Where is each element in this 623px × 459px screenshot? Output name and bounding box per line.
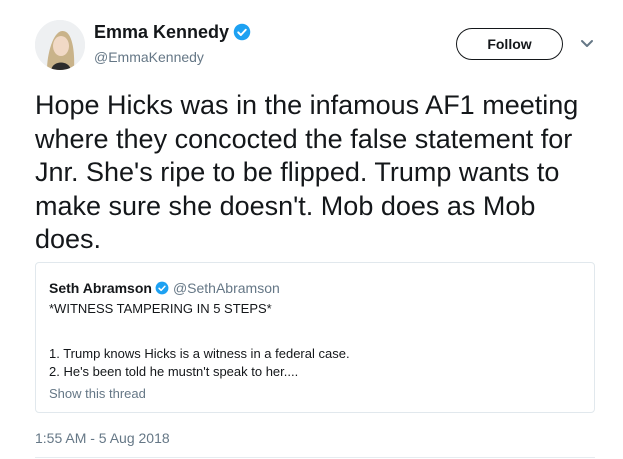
quoted-text-line: *WITNESS TAMPERING IN 5 STEPS* bbox=[49, 301, 272, 316]
quoted-author-name: Seth Abramson bbox=[49, 280, 152, 296]
author-name[interactable]: Emma Kennedy bbox=[94, 22, 251, 43]
verified-badge-icon bbox=[155, 281, 169, 295]
follow-button[interactable]: Follow bbox=[456, 28, 563, 60]
tweet-timestamp[interactable]: 1:55 AM - 5 Aug 2018 bbox=[35, 430, 170, 446]
show-thread-link[interactable]: Show this thread bbox=[49, 386, 146, 401]
quoted-author-handle: @SethAbramson bbox=[172, 280, 280, 296]
avatar[interactable] bbox=[35, 20, 85, 70]
author-handle[interactable]: @EmmaKennedy bbox=[94, 49, 204, 65]
quoted-text-line: 1. Trump knows Hicks is a witness in a f… bbox=[49, 346, 350, 361]
chevron-down-icon[interactable] bbox=[580, 39, 594, 49]
divider bbox=[35, 457, 595, 458]
verified-badge-icon bbox=[233, 23, 251, 41]
quoted-tweet-card[interactable]: Seth Abramson @SethAbramson *WITNESS TAM… bbox=[35, 262, 595, 413]
tweet-text: Hope Hicks was in the infamous AF1 meeti… bbox=[35, 90, 579, 254]
avatar-image bbox=[35, 20, 85, 70]
quoted-author: Seth Abramson @SethAbramson bbox=[49, 280, 280, 296]
quoted-text-line: 2. He's been told he mustn't speak to he… bbox=[49, 364, 299, 379]
author-name-label: Emma Kennedy bbox=[94, 22, 230, 42]
